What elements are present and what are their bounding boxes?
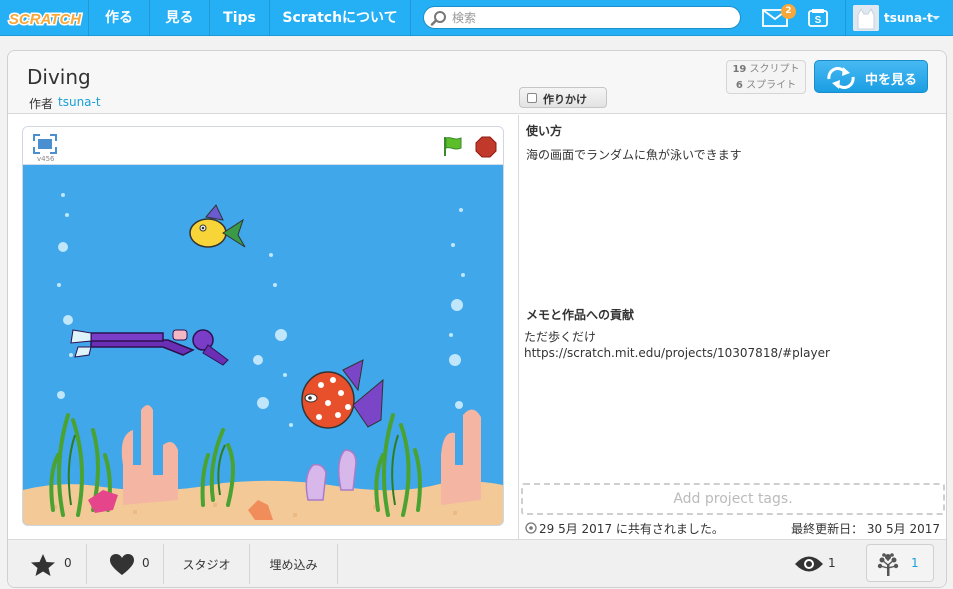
embed-button[interactable]: 埋め込み xyxy=(250,544,338,584)
user-menu[interactable]: tsuna-t xyxy=(845,0,953,36)
project-tags-input[interactable]: Add project tags. xyxy=(521,483,945,515)
search-input[interactable] xyxy=(452,9,732,27)
notes-text: ただ歩くだけ xyxy=(524,330,597,344)
remix-count: 1 xyxy=(911,556,919,570)
instructions-text: 海の画面でランダムに魚が泳いできます xyxy=(526,148,742,162)
green-flag-icon[interactable] xyxy=(442,135,464,157)
see-inside-label: 中を見る xyxy=(865,73,918,88)
logo-text: SCRATCH xyxy=(9,11,82,28)
work-in-progress-toggle[interactable]: 作りかけ xyxy=(519,87,607,108)
svg-text:S: S xyxy=(815,15,822,26)
search-icon xyxy=(430,11,446,26)
project-header: Diving 作者 tsuna-t 作りかけ 19 スクリプト 6 スプライト … xyxy=(8,51,946,114)
messages-count-badge: 2 xyxy=(781,4,796,19)
author-link[interactable]: tsuna-t xyxy=(58,95,101,109)
project-panel: Diving 作者 tsuna-t 作りかけ 19 スクリプト 6 スプライト … xyxy=(7,50,947,588)
see-inside-button[interactable]: 中を見る xyxy=(814,60,928,93)
author-label: 作者 xyxy=(29,97,54,111)
nav-tips[interactable]: Tips xyxy=(209,0,269,36)
updated-date: 最終更新日： 30 5月 2017 xyxy=(791,522,940,536)
player-controls: v456 xyxy=(23,127,503,165)
username: tsuna-t xyxy=(884,11,933,25)
instructions-heading: 使い方 xyxy=(526,124,563,138)
heart-icon xyxy=(110,554,134,575)
avatar xyxy=(853,5,879,31)
scripts-label: スクリプト xyxy=(749,64,800,75)
top-navigation-bar: SCRATCH 作る 見る Tips Scratchについて 2 S tsuna… xyxy=(0,0,953,36)
nav-about[interactable]: Scratchについて xyxy=(269,0,411,36)
my-stuff-icon[interactable]: S xyxy=(807,8,829,28)
scripts-stat: 19 スクリプト xyxy=(727,62,805,77)
scratch-logo[interactable]: SCRATCH xyxy=(6,4,84,32)
project-stage[interactable] xyxy=(23,165,503,525)
wip-checkbox[interactable] xyxy=(527,93,537,103)
shared-text: 29 5月 2017 に共有されました。 xyxy=(539,522,724,536)
share-icon xyxy=(525,522,537,534)
studio-label: スタジオ xyxy=(182,558,231,572)
add-to-studio-button[interactable]: スタジオ xyxy=(164,544,250,584)
loves-count: 0 xyxy=(142,556,150,570)
remix-tree-button[interactable]: 1 xyxy=(866,544,934,582)
embed-label: 埋め込み xyxy=(269,558,318,572)
chevron-down-icon xyxy=(932,16,940,20)
wip-label: 作りかけ xyxy=(543,93,587,106)
sprites-label: スプライト xyxy=(746,80,797,91)
notes-link[interactable]: https://scratch.mit.edu/projects/1030781… xyxy=(524,346,830,360)
project-stats: 19 スクリプト 6 スプライト xyxy=(726,60,806,94)
eye-icon xyxy=(795,556,823,572)
shared-date: 29 5月 2017 に共有されました。 xyxy=(525,520,724,537)
search-box[interactable] xyxy=(423,6,741,29)
fullscreen-icon[interactable] xyxy=(33,134,57,154)
views-count: 1 xyxy=(828,556,836,570)
sprites-stat: 6 スプライト xyxy=(727,78,805,93)
favorites-count: 0 xyxy=(64,556,72,570)
player-version: v456 xyxy=(37,155,55,163)
nav-create[interactable]: 作る xyxy=(88,0,149,36)
stop-icon[interactable] xyxy=(475,136,497,158)
project-footer: 0 0 スタジオ 埋め込み 1 1 xyxy=(8,539,946,587)
project-title: Diving xyxy=(27,65,91,89)
project-player: v456 xyxy=(22,126,504,526)
scripts-count: 19 xyxy=(732,64,747,75)
remix-tree-icon xyxy=(877,553,899,576)
remix-arrows-icon xyxy=(827,67,855,89)
star-icon xyxy=(31,554,55,576)
favorite-button[interactable]: 0 xyxy=(20,544,87,584)
project-info: 使い方 海の画面でランダムに魚が泳いできます メモと作品への貢献 ただ歩くだけ … xyxy=(518,115,946,539)
notes-heading: メモと作品への貢献 xyxy=(526,308,635,322)
sprites-count: 6 xyxy=(735,80,743,91)
love-button[interactable]: 0 xyxy=(87,544,164,584)
nav-explore[interactable]: 見る xyxy=(149,0,209,36)
